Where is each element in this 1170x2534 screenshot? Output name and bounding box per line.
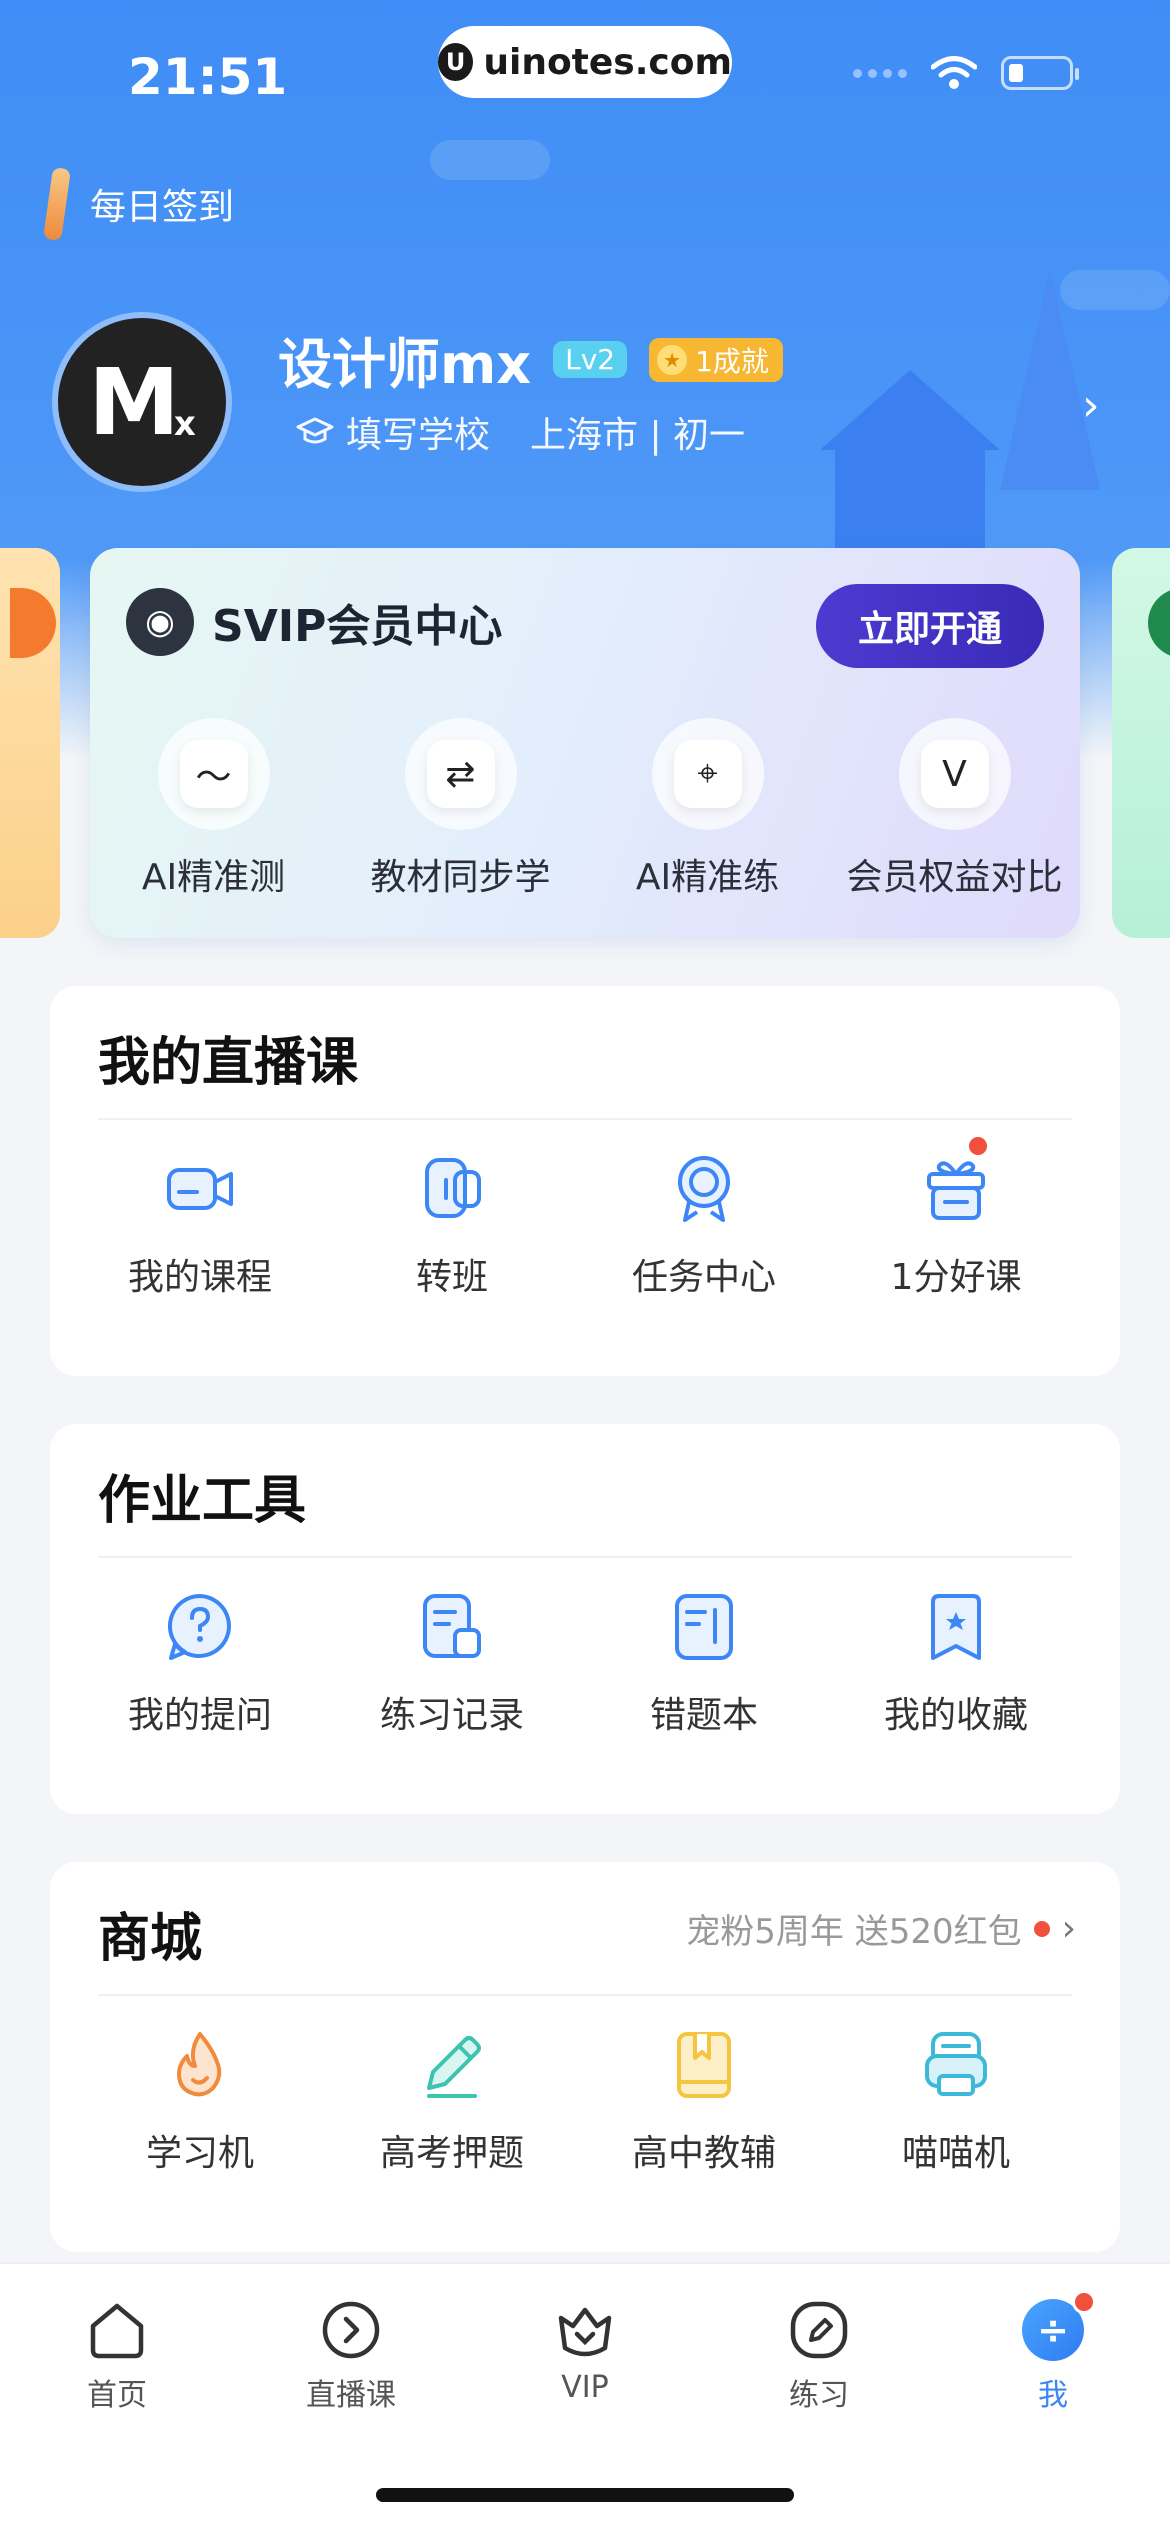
vip-feature-ai-practice[interactable]: ⌖ AI精准练 [584,718,831,900]
checkin-label: 每日签到 [90,187,235,228]
textbook-sync-icon: ⇄ [426,740,507,816]
good-course-item[interactable]: 1分好课 [830,1134,1082,1300]
svip-title: SVIP会员中心 [212,601,503,652]
home-indicator [376,2488,794,2502]
mistake-book-icon [667,1590,741,1664]
notification-dot [966,1134,990,1158]
star-icon: ★ [657,344,688,375]
carousel-card-next[interactable] [1112,548,1170,938]
profile-name-row[interactable]: 设计师mx Lv2 ★ 1成就 [278,320,783,399]
transfer-class-item[interactable]: 转班 [326,1152,578,1300]
pencil-icon [415,2028,489,2102]
my-favorites-item[interactable]: 我的收藏 [830,1590,1082,1738]
vip-feature-textbook-sync[interactable]: ⇄ 教材同步学 [337,718,584,900]
signal-icon [853,68,907,78]
task-center-item[interactable]: 任务中心 [578,1152,830,1300]
transfer-class-icon [415,1152,489,1226]
homework-tools-title: 作业工具 [98,1471,307,1531]
svip-open-button[interactable]: 立即开通 [816,584,1044,668]
vip-compare-icon: V [920,740,1001,816]
tab-live-course[interactable]: 直播课 [234,2298,468,2414]
user-meta[interactable]: 填写学校 上海市 | 初一 [296,406,745,458]
video-camera-icon [163,1152,237,1226]
wifi-icon [931,56,977,89]
medal-icon [667,1152,741,1226]
graduation-cap-icon [296,417,334,444]
username: 设计师mx [278,333,532,396]
chevron-right-icon: › [1061,1908,1076,1949]
profile-chevron-icon[interactable]: › [1082,380,1100,431]
vip-feature-ai-test[interactable]: 〜 AI精准测 [90,718,337,900]
tutoring-books-item[interactable]: 高中教辅 [578,2028,830,2176]
exam-predict-item[interactable]: 高考押题 [326,2028,578,2176]
play-circle-icon [319,2298,383,2362]
vip-feature-compare[interactable]: V 会员权益对比 [831,718,1078,900]
svip-logo-icon: ◉ [126,588,194,656]
notification-dot [1033,1920,1050,1937]
gift-icon [919,1152,993,1226]
uinotes-logo-icon: U [438,43,474,81]
level-badge[interactable]: Lv2 [553,341,628,378]
avatar[interactable]: Mx [52,312,232,492]
brush-icon [43,167,71,241]
ai-test-icon: 〜 [179,740,260,816]
notification-dot [1072,2290,1096,2314]
school-field: 填写学校 [346,415,491,456]
achievement-badge[interactable]: ★ 1成就 [649,337,783,382]
shop-title: 商城 [98,1909,203,1969]
url-text: uinotes.com [483,41,732,83]
live-courses-section: 我的直播课 我的课程 转班 任务中心 1分好课 [50,986,1120,1376]
shop-promo-text: 宠粉5周年 送520红包 [686,1912,1022,1952]
ai-practice-icon: ⌖ [673,740,754,816]
edit-icon [787,2298,851,2362]
practice-record-icon [415,1590,489,1664]
tab-home[interactable]: 首页 [0,2298,234,2414]
my-questions-item[interactable]: 我的提问 [74,1590,326,1738]
svip-card[interactable]: ◉ SVIP会员中心 立即开通 〜 AI精准测 ⇄ 教材同步学 ⌖ AI精准练 … [90,548,1080,938]
flame-icon [163,2028,237,2102]
homework-tools-section: 作业工具 我的提问 练习记录 错题本 我的收藏 [50,1424,1120,1814]
carousel-card-previous[interactable] [0,548,60,938]
bookmark-icon [919,1590,993,1664]
status-time: 21:51 [128,48,288,106]
my-courses-item[interactable]: 我的课程 [74,1152,326,1300]
location-grade: 上海市 | 初一 [530,415,746,456]
crown-icon [553,2298,617,2362]
url-pill[interactable]: U uinotes.com [438,26,732,98]
study-machine-item[interactable]: 学习机 [74,2028,326,2176]
practice-record-item[interactable]: 练习记录 [326,1590,578,1738]
battery-icon [1001,56,1079,90]
printer-icon [919,2028,993,2102]
tab-practice[interactable]: 练习 [702,2298,936,2414]
achievement-label: 1成就 [695,344,769,378]
status-icons [853,56,1079,90]
question-bubble-icon [163,1590,237,1664]
live-courses-title: 我的直播课 [98,1033,359,1093]
book-icon [667,2028,741,2102]
mistake-book-item[interactable]: 错题本 [578,1590,830,1738]
shop-promo-link[interactable]: 宠粉5周年 送520红包 › [686,1904,1076,1953]
meow-printer-item[interactable]: 喵喵机 [830,2028,1082,2176]
shop-section: 商城 宠粉5周年 送520红包 › 学习机 高考押题 高中教辅 喵喵机 [50,1862,1120,2252]
daily-checkin[interactable]: 每日签到 [43,167,235,241]
home-icon [85,2298,149,2362]
tab-vip[interactable]: VIP [468,2298,702,2414]
tab-me[interactable]: ÷ 我 [936,2290,1170,2414]
house-illustration [820,370,1000,548]
